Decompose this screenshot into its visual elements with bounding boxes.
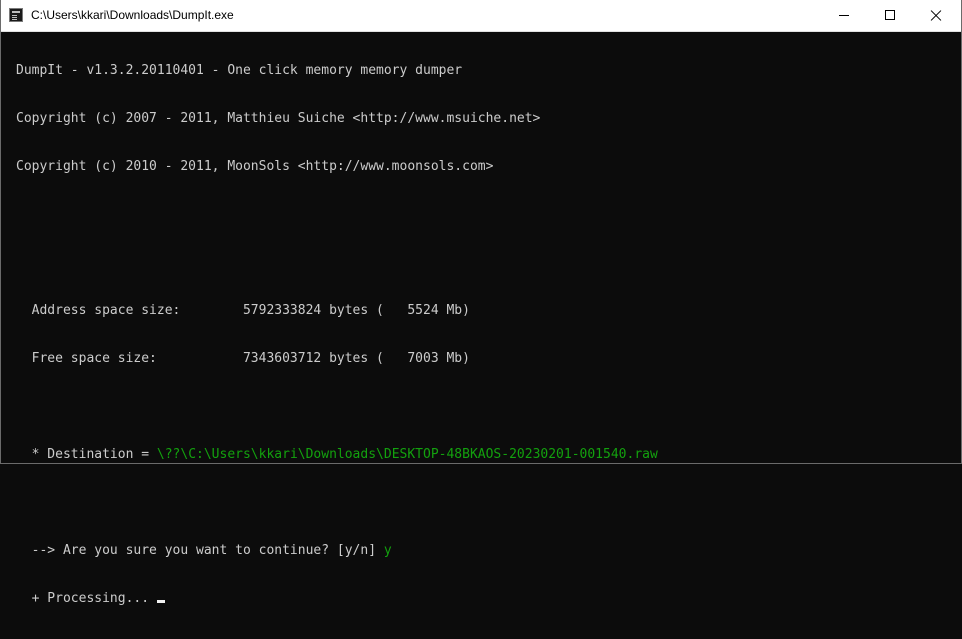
destination-line: * Destination = \??\C:\Users\kkari\Downl… <box>16 447 956 463</box>
confirm-prompt: --> Are you sure you want to continue? [… <box>16 543 384 558</box>
close-icon <box>930 9 942 21</box>
minimize-icon <box>839 15 849 16</box>
address-space-line: Address space size: 5792333824 bytes ( 5… <box>16 303 470 318</box>
window-title: C:\Users\kkari\Downloads\DumpIt.exe <box>31 8 234 22</box>
copyright-line-2: Copyright (c) 2010 - 2011, MoonSols <htt… <box>16 159 494 174</box>
console-window: C:\Users\kkari\Downloads\DumpIt.exe Dump… <box>0 0 962 606</box>
destination-label: * Destination = <box>16 447 157 462</box>
maximize-icon <box>885 10 895 20</box>
header-line: DumpIt - v1.3.2.20110401 - One click mem… <box>16 63 463 78</box>
destination-path: \??\C:\Users\kkari\Downloads\DESKTOP-48B… <box>156 447 658 462</box>
console-output[interactable]: DumpIt - v1.3.2.20110401 - One click mem… <box>16 31 956 639</box>
confirm-line: --> Are you sure you want to continue? [… <box>16 543 956 559</box>
text-cursor <box>157 600 166 603</box>
processing-line: + Processing... <box>16 591 956 607</box>
title-bar[interactable]: C:\Users\kkari\Downloads\DumpIt.exe <box>1 0 961 32</box>
copyright-line-1: Copyright (c) 2007 - 2011, Matthieu Suic… <box>16 111 541 126</box>
free-space-line: Free space size: 7343603712 bytes ( 7003… <box>16 351 470 366</box>
close-button[interactable] <box>913 0 959 31</box>
minimize-button[interactable] <box>821 0 867 31</box>
maximize-button[interactable] <box>867 0 913 31</box>
console-app-icon[interactable] <box>9 8 23 22</box>
confirm-answer: y <box>383 543 392 558</box>
processing-text: + Processing... <box>16 591 150 606</box>
